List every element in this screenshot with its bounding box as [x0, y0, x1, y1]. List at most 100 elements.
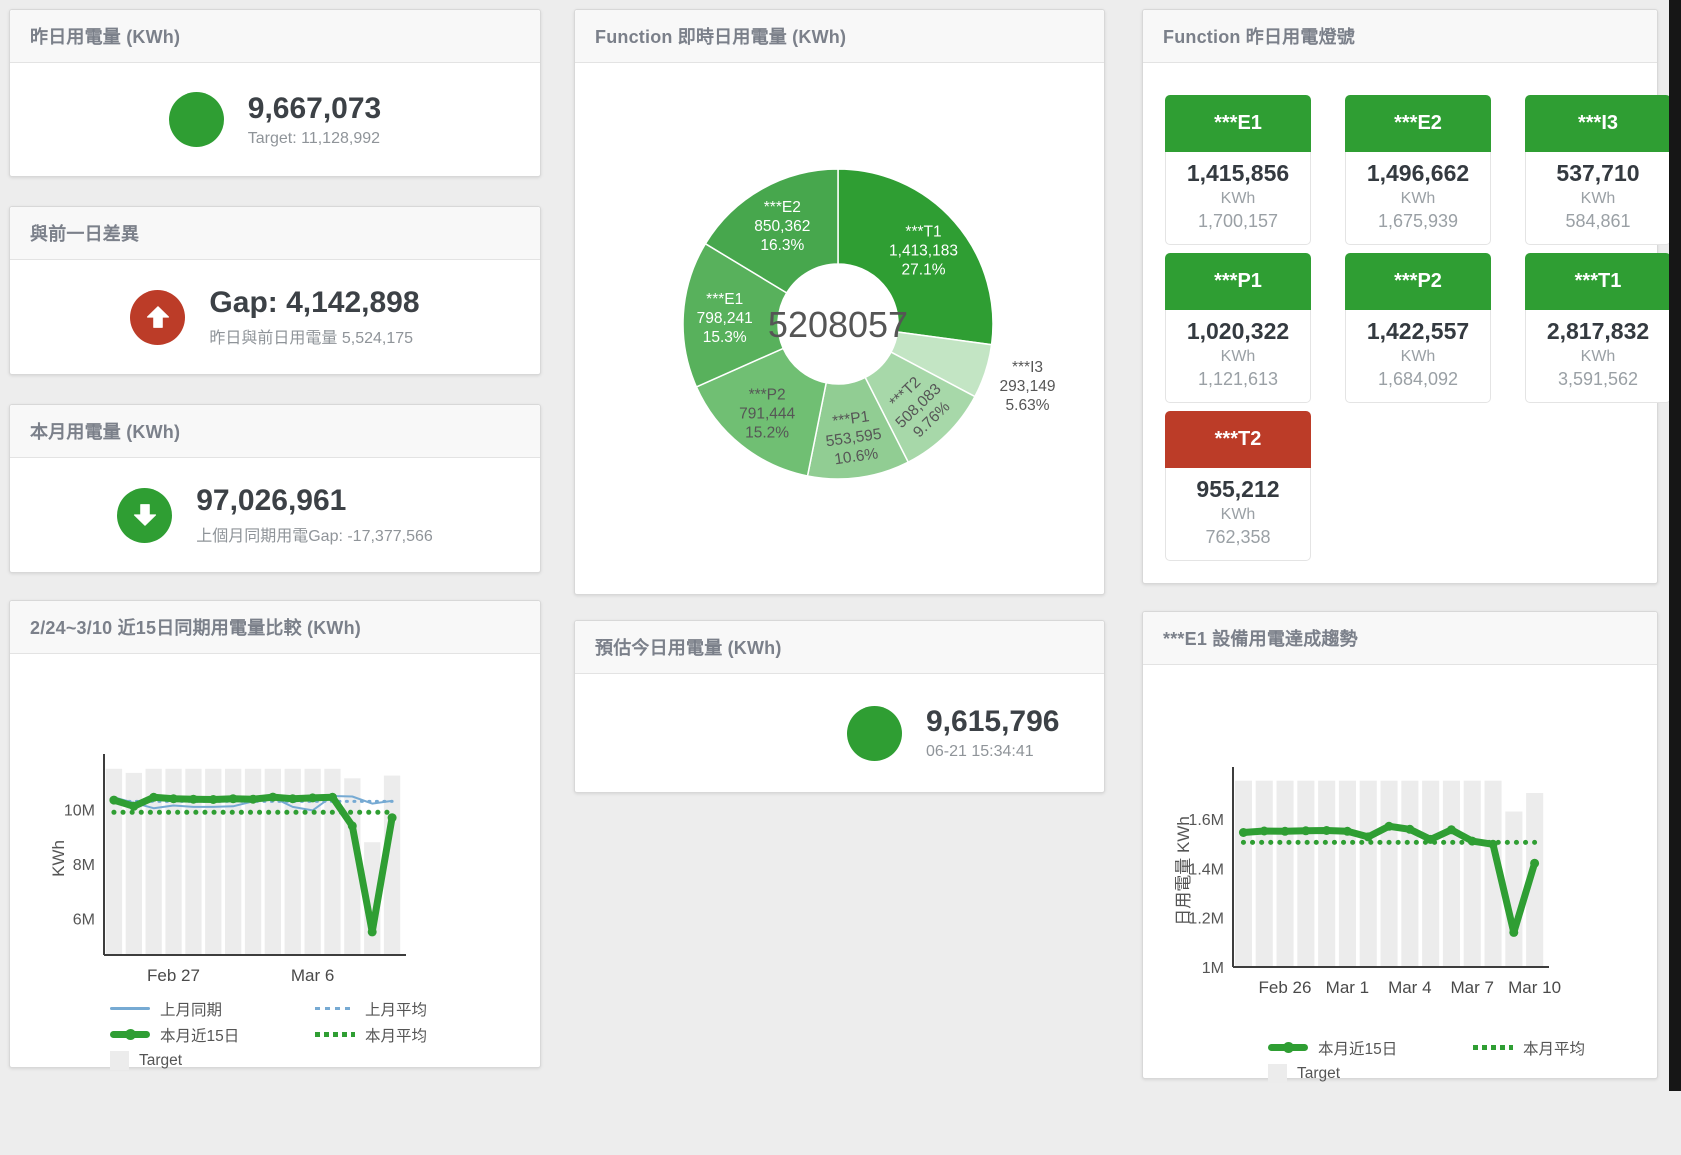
- series-marker: [1301, 826, 1310, 835]
- legend-swatch-dotted-green-icon: [315, 1032, 355, 1037]
- light-tile-P1[interactable]: ***P11,020,322KWh1,121,613: [1165, 253, 1311, 403]
- legend-item-line-blue[interactable]: 上月同期: [110, 997, 315, 1020]
- legend-label: 本月平均: [365, 1024, 427, 1046]
- legend-item-box-gray[interactable]: Target: [1268, 1062, 1473, 1085]
- legend-swatch-dotted-green-icon: [1473, 1045, 1513, 1050]
- target-bar: [1505, 812, 1522, 968]
- tile-value: 955,212: [1168, 476, 1308, 503]
- compare-line-chart[interactable]: 6M8M10MFeb 27Mar 6KWh: [50, 742, 540, 993]
- tile-status-header: ***E2: [1345, 95, 1491, 152]
- panel-title: 與前一日差異: [30, 220, 139, 246]
- series-marker: [348, 821, 357, 830]
- panel-title: ***E1 設備用電達成趨勢: [1163, 625, 1358, 651]
- tile-value: 1,496,662: [1348, 160, 1488, 187]
- tile-body: 1,422,557KWh1,684,092: [1345, 310, 1491, 403]
- compare-chart-legend: 上月同期 上月平均本月近15日 本月平均 Target: [110, 997, 540, 1072]
- chart-body: 1M1.2M1.4M1.6MFeb 26Mar 1Mar 4Mar 7Mar 1…: [1143, 735, 1657, 1148]
- series-marker: [129, 802, 138, 811]
- tile-target: 1,684,092: [1348, 369, 1488, 390]
- green-status-circle-icon: [847, 706, 902, 761]
- panel-header: 本月用電量 (KWh): [10, 405, 540, 458]
- series-marker: [328, 793, 337, 802]
- legend-label: Target: [139, 1052, 182, 1070]
- series-marker: [209, 795, 218, 804]
- panel-today-estimate: 預估今日用電量 (KWh) 9,615,796 06-21 15:34:41: [574, 620, 1105, 793]
- y-tick-label: 6M: [73, 911, 95, 928]
- series-marker: [189, 795, 198, 804]
- series-marker: [1447, 825, 1456, 834]
- legend-item-line-green[interactable]: 本月近15日: [110, 1023, 315, 1046]
- series-marker: [249, 795, 258, 804]
- target-bar: [1422, 781, 1439, 967]
- realtime-donut-chart[interactable]: ***T11,413,18327.1%***I3293,1495.63%***T…: [590, 107, 1090, 638]
- series-marker: [1405, 825, 1414, 834]
- legend-item-dotted-green[interactable]: 本月平均: [315, 1023, 540, 1046]
- legend-item-dotted-green[interactable]: 本月平均: [1473, 1036, 1657, 1059]
- arrow-down-icon: [117, 488, 172, 543]
- target-bar: [1277, 781, 1294, 967]
- stat-body: 9,667,073 Target: 11,128,992: [10, 63, 540, 176]
- series-marker: [169, 794, 178, 803]
- series-marker: [149, 793, 158, 802]
- tile-value: 1,422,557: [1348, 318, 1488, 345]
- y-tick-label: 1M: [1202, 960, 1224, 977]
- target-bar: [1235, 781, 1252, 967]
- panel-header: 與前一日差異: [10, 207, 540, 260]
- x-tick-label: Feb 27: [147, 966, 200, 985]
- tile-unit: KWh: [1168, 190, 1308, 208]
- tile-target: 762,358: [1168, 527, 1308, 548]
- light-tile-P2[interactable]: ***P21,422,557KWh1,684,092: [1345, 253, 1491, 403]
- donut-slice-label: ***I3293,1495.63%: [999, 359, 1055, 414]
- legend-label: Target: [1297, 1065, 1340, 1083]
- light-tile-E2[interactable]: ***E21,496,662KWh1,675,939: [1345, 95, 1491, 245]
- stat-body: Gap: 4,142,898 昨日與前日用電量 5,524,175: [10, 260, 540, 374]
- panel-title: 預估今日用電量 (KWh): [595, 634, 782, 660]
- stat-value: 9,667,073: [248, 92, 381, 126]
- series-marker: [388, 813, 397, 822]
- panel-header: Function 即時日用電量 (KWh): [575, 10, 1104, 63]
- chart-body: 6M8M10MFeb 27Mar 6KWh 上月同期 上月平均本月近15日 本月平均…: [10, 742, 540, 1155]
- compare15-svg: 6M8M10MFeb 27Mar 6KWh: [50, 742, 490, 988]
- tile-body: 1,496,662KWh1,675,939: [1345, 152, 1491, 245]
- panel-title: 2/24~3/10 近15日同期用電量比較 (KWh): [30, 614, 361, 640]
- panel-title: Function 昨日用電燈號: [1163, 23, 1355, 49]
- target-bar: [1256, 781, 1273, 967]
- panel-header: 昨日用電量 (KWh): [10, 10, 540, 63]
- legend-item-dotted-blue[interactable]: 上月平均: [315, 997, 540, 1020]
- target-bar: [1401, 781, 1418, 967]
- target-bar: [1443, 781, 1460, 967]
- light-tile-T1[interactable]: ***T12,817,832KWh3,591,562: [1525, 253, 1671, 403]
- tile-unit: KWh: [1528, 348, 1668, 366]
- legend-label: 本月近15日: [1318, 1037, 1397, 1059]
- y-axis-label: 日用電量 KWh: [1174, 816, 1193, 926]
- tile-body: 1,415,856KWh1,700,157: [1165, 152, 1311, 245]
- tile-value: 1,020,322: [1168, 318, 1308, 345]
- series-marker: [288, 794, 297, 803]
- arrow-up-icon: [130, 290, 185, 345]
- series-marker: [109, 796, 118, 805]
- x-tick-label: Mar 7: [1450, 978, 1493, 997]
- tile-unit: KWh: [1168, 506, 1308, 524]
- light-tile-T2[interactable]: ***T2 955,212 KWh 762,358: [1165, 411, 1311, 561]
- tile-status-header: ***T2: [1165, 411, 1311, 468]
- panel-header: Function 昨日用電燈號: [1143, 10, 1657, 63]
- tile-status-header: ***T1: [1525, 253, 1671, 310]
- legend-label: 上月平均: [365, 998, 427, 1020]
- light-tile-I3[interactable]: ***I3537,710KWh584,861: [1525, 95, 1671, 245]
- panel-day-gap: 與前一日差異 Gap: 4,142,898 昨日與前日用電量 5,524,175: [9, 206, 541, 375]
- legend-swatch-line-blue-icon: [110, 1007, 150, 1010]
- tile-target: 1,675,939: [1348, 211, 1488, 232]
- e1-trend-line-chart[interactable]: 1M1.2M1.4M1.6MFeb 26Mar 1Mar 4Mar 7Mar 1…: [1173, 735, 1657, 1032]
- y-tick-label: 1.4M: [1188, 861, 1224, 878]
- status-light-grid: ***E11,415,856KWh1,700,157***E21,496,662…: [1143, 63, 1657, 561]
- legend-item-line-green[interactable]: 本月近15日: [1268, 1036, 1473, 1059]
- legend-swatch-box-gray-icon: [110, 1051, 129, 1070]
- tile-body: 955,212 KWh 762,358: [1165, 468, 1311, 561]
- panel-month-usage: 本月用電量 (KWh) 97,026,961 上個月同期用電Gap: -17,3…: [9, 404, 541, 573]
- legend-item-box-gray[interactable]: Target: [110, 1049, 315, 1072]
- legend-swatch-dotted-blue-icon: [315, 1007, 355, 1010]
- panel-title: 本月用電量 (KWh): [30, 418, 180, 444]
- legend-swatch-box-gray-icon: [1268, 1064, 1287, 1083]
- light-tile-E1[interactable]: ***E11,415,856KWh1,700,157: [1165, 95, 1311, 245]
- panel-yesterday-usage: 昨日用電量 (KWh) 9,667,073 Target: 11,128,992: [9, 9, 541, 177]
